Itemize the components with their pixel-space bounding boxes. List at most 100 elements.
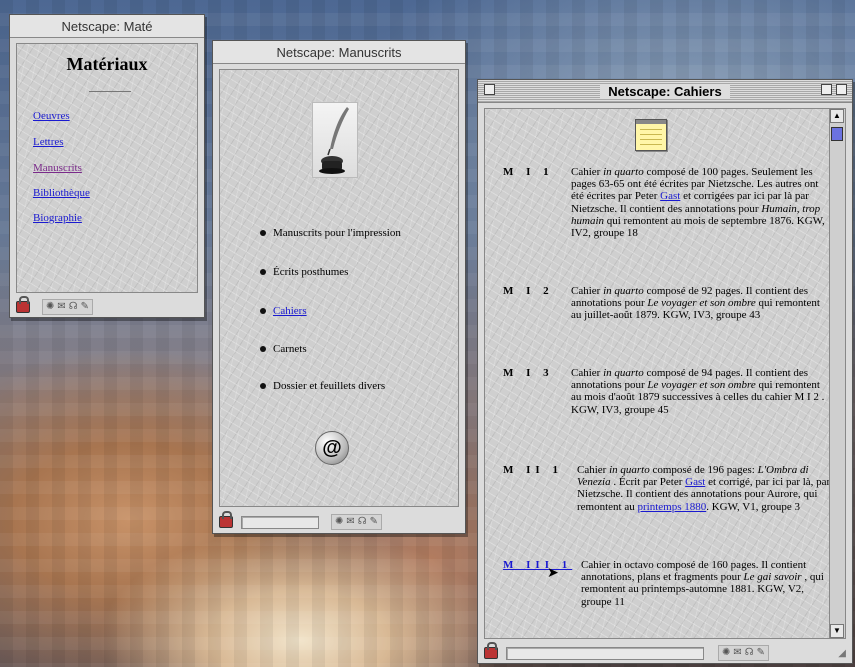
link-cahiers[interactable]: Cahiers bbox=[273, 305, 307, 317]
cahier-entry: M I 2 Cahier in quarto composé de 92 pag… bbox=[503, 285, 820, 340]
cahier-description: Cahier in octavo composé de 160 pages. I… bbox=[581, 559, 829, 608]
desc-text: Cahier bbox=[571, 367, 604, 379]
window-cahiers-content: M I 1 Cahier in quarto composé de 100 pa… bbox=[484, 108, 846, 639]
resize-grip-icon[interactable]: ◢ bbox=[838, 648, 846, 659]
link-lettres[interactable]: Lettres bbox=[33, 136, 64, 148]
scroll-down-arrow-icon[interactable]: ▼ bbox=[830, 624, 844, 638]
desc-text: qui remontent au mois de septembre 1876.… bbox=[571, 214, 825, 240]
window-manuscrits-title: Netscape: Manuscrits bbox=[276, 44, 402, 60]
notepad-icon bbox=[635, 119, 667, 151]
cahier-entry: M I 1 Cahier in quarto composé de 100 pa… bbox=[503, 166, 825, 266]
bullet-dot bbox=[260, 346, 266, 352]
list-item-cahiers: Cahiers bbox=[260, 305, 307, 317]
link-oeuvres[interactable]: Oeuvres bbox=[33, 110, 70, 122]
window-mate-title: Netscape: Maté bbox=[61, 18, 153, 34]
bullet-dot bbox=[260, 269, 266, 275]
mail-icon[interactable]: ✉ bbox=[346, 516, 354, 528]
close-box[interactable] bbox=[484, 84, 495, 95]
cahier-entry: M II 1 Cahier in quarto composé de 196 p… bbox=[503, 464, 830, 544]
security-lock-icon[interactable] bbox=[219, 511, 233, 528]
desc-text: . KGW, V1, groupe 3 bbox=[706, 500, 801, 513]
link-gast[interactable]: Gast bbox=[660, 190, 680, 202]
discussions-icon[interactable]: ☊ bbox=[69, 301, 78, 313]
at-symbol: @ bbox=[322, 436, 342, 459]
item-dossier-label: Dossier et feuillets divers bbox=[273, 380, 386, 392]
collapse-box[interactable] bbox=[836, 84, 847, 95]
window-cahiers[interactable]: Netscape: Cahiers M I 1 Cahier in quarto… bbox=[477, 79, 853, 664]
quill-inkwell-image bbox=[312, 102, 358, 178]
desc-italic: Le voyager et son ombre bbox=[647, 297, 756, 310]
item-posthumes-label: Écrits posthumes bbox=[273, 266, 349, 278]
component-bar[interactable]: ✺ ✉ ☊ ✎ bbox=[331, 514, 383, 530]
mail-icon[interactable]: ✉ bbox=[57, 301, 65, 313]
cahier-entry: M III 1 ➤ Cahier in octavo composé de 16… bbox=[503, 559, 824, 633]
desc-text: Cahier bbox=[571, 166, 604, 178]
composer-icon[interactable]: ✎ bbox=[370, 516, 378, 528]
link-cahier-m-iii-1[interactable]: M III 1 bbox=[503, 559, 572, 571]
scroll-up-arrow-icon[interactable]: ▲ bbox=[830, 109, 844, 123]
window-mate-content: Matériaux Oeuvres Lettres Manuscrits Bib… bbox=[16, 43, 198, 293]
cahier-code: M I 3 bbox=[503, 367, 554, 379]
window-mate-statusbar: ✺ ✉ ☊ ✎ bbox=[10, 296, 204, 317]
email-at-button[interactable]: @ bbox=[315, 431, 349, 465]
component-bar[interactable]: ✺ ✉ ☊ ✎ bbox=[718, 645, 770, 661]
window-manuscrits-statusbar: ✺ ✉ ☊ ✎ bbox=[213, 511, 465, 533]
scroll-thumb[interactable] bbox=[831, 127, 843, 141]
desc-text: composé de 196 pages: bbox=[649, 464, 758, 476]
desc-text: Cahier bbox=[571, 285, 604, 297]
progress-bar bbox=[241, 515, 319, 529]
desc-italic: Le voyager et son ombre bbox=[647, 379, 756, 392]
window-cahiers-statusbar: ✺ ✉ ☊ ✎ ◢ bbox=[478, 642, 852, 663]
vertical-scrollbar[interactable]: ▲ ▼ bbox=[829, 109, 845, 638]
window-manuscrits-content: Manuscrits pour l'impression Écrits post… bbox=[219, 69, 459, 507]
discussions-icon[interactable]: ☊ bbox=[745, 647, 754, 659]
zoom-box[interactable] bbox=[821, 84, 832, 95]
bullet-dot bbox=[260, 230, 266, 236]
composer-icon[interactable]: ✎ bbox=[81, 301, 89, 313]
desc-text: Cahier bbox=[577, 464, 610, 476]
navigator-icon[interactable]: ✺ bbox=[335, 516, 343, 528]
cahier-description: Cahier in quarto composé de 94 pages. Il… bbox=[571, 367, 829, 416]
desc-italic: in quarto bbox=[603, 367, 644, 379]
window-manuscrits-titlebar[interactable]: Netscape: Manuscrits bbox=[213, 41, 465, 64]
list-item-dossier: Dossier et feuillets divers bbox=[260, 380, 385, 392]
navigator-icon[interactable]: ✺ bbox=[722, 647, 730, 659]
desc-italic: Le gai savoir bbox=[743, 571, 802, 584]
window-mate-titlebar[interactable]: Netscape: Maté bbox=[10, 15, 204, 38]
window-cahiers-titlebar[interactable]: Netscape: Cahiers bbox=[478, 80, 852, 103]
link-bibliotheque[interactable]: Bibliothèque bbox=[33, 187, 90, 199]
navigator-icon[interactable]: ✺ bbox=[46, 301, 54, 313]
link-printemps-1880[interactable]: printemps 1880 bbox=[637, 501, 706, 513]
desc-italic: in quarto bbox=[603, 166, 644, 178]
link-gast[interactable]: Gast bbox=[685, 476, 705, 488]
window-cahiers-title: Netscape: Cahiers bbox=[600, 83, 730, 99]
bullet-dot bbox=[260, 308, 266, 314]
window-mate[interactable]: Netscape: Maté Matériaux Oeuvres Lettres… bbox=[9, 14, 205, 318]
cahier-description: Cahier in quarto composé de 100 pages. S… bbox=[571, 166, 829, 239]
desc-italic: in quarto bbox=[609, 464, 650, 476]
desc-text: . Écrit par Peter bbox=[610, 476, 686, 489]
bullet-dot bbox=[260, 383, 266, 389]
composer-icon[interactable]: ✎ bbox=[757, 647, 765, 659]
discussions-icon[interactable]: ☊ bbox=[358, 516, 367, 528]
window-manuscrits[interactable]: Netscape: Manuscrits Manuscrits pour l'i… bbox=[212, 40, 466, 534]
cahier-code: M II 1 bbox=[503, 464, 563, 476]
list-item-posthumes: Écrits posthumes bbox=[260, 266, 348, 278]
desc-italic: in quarto bbox=[603, 285, 644, 297]
cahier-code: M I 1 bbox=[503, 166, 554, 178]
cahier-entry: M I 3 Cahier in quarto composé de 94 pag… bbox=[503, 367, 824, 437]
link-manuscrits[interactable]: Manuscrits bbox=[33, 162, 82, 174]
link-biographie[interactable]: Biographie bbox=[33, 212, 82, 224]
mail-icon[interactable]: ✉ bbox=[733, 647, 741, 659]
list-item-impression: Manuscrits pour l'impression bbox=[260, 227, 401, 239]
mouse-pointer-icon: ➤ bbox=[547, 565, 559, 581]
progress-bar bbox=[506, 646, 704, 660]
security-lock-icon[interactable] bbox=[484, 642, 498, 659]
heading-divider bbox=[89, 91, 131, 92]
security-lock-icon[interactable] bbox=[16, 296, 30, 313]
cahier-description: Cahier in quarto composé de 92 pages. Il… bbox=[571, 285, 829, 322]
materiaux-heading: Matériaux bbox=[66, 54, 148, 74]
component-bar[interactable]: ✺ ✉ ☊ ✎ bbox=[42, 299, 94, 315]
cahier-code: M I 2 bbox=[503, 285, 554, 297]
item-impression-label: Manuscrits pour l'impression bbox=[273, 227, 401, 239]
